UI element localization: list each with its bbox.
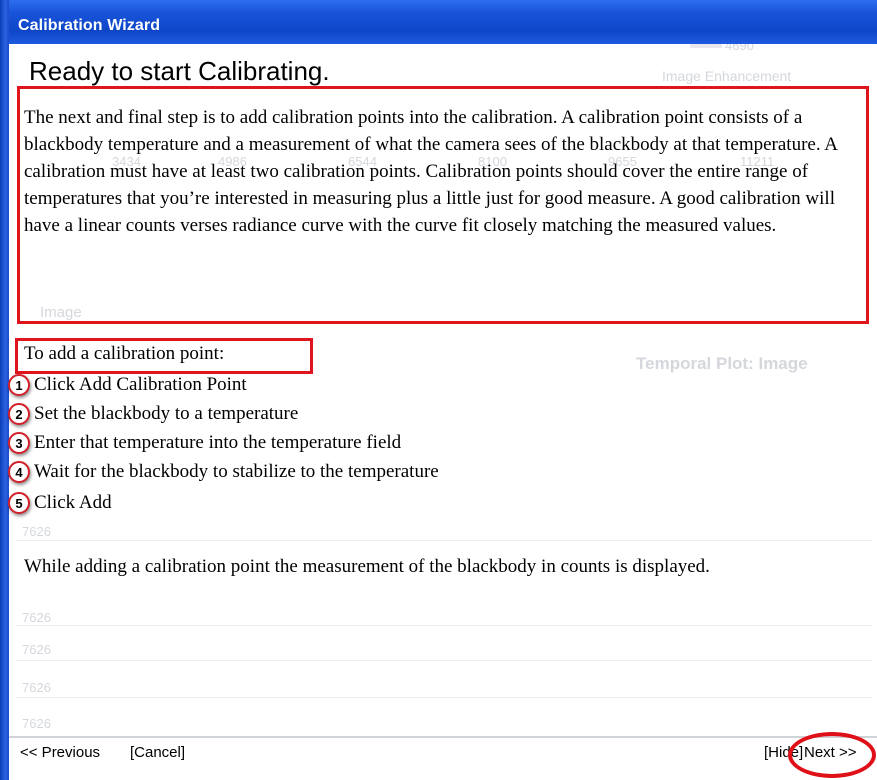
page-title: Ready to start Calibrating. [29, 56, 330, 86]
step-number-badge: 4 [8, 461, 30, 483]
step-text: Set the blackbody to a temperature [34, 403, 299, 424]
window-title: Calibration Wizard [18, 17, 161, 34]
bg-plot-title: Temporal Plot: Image [636, 354, 808, 373]
step-item: 3 Enter that temperature into the temper… [8, 430, 401, 456]
step-number-badge: 5 [8, 492, 30, 514]
window-titlebar[interactable]: Calibration Wizard [9, 0, 877, 44]
intro-paragraph: The next and final step is to add calibr… [24, 107, 837, 236]
bg-panel-label: Image Enhancement [662, 68, 792, 84]
bg-gridline [16, 625, 872, 626]
bg-ytick: 7626 [22, 716, 51, 731]
bg-gridline [16, 540, 872, 541]
step-item: 4 Wait for the blackbody to stabilize to… [8, 459, 439, 485]
footer-divider [9, 736, 877, 738]
info-note: While adding a calibration point the mea… [24, 556, 710, 577]
step-text: Enter that temperature into the temperat… [34, 432, 402, 453]
bg-ytick: 7626 [22, 642, 51, 657]
step-number-badge: 3 [8, 432, 30, 454]
step-item: 5 Click Add [8, 490, 112, 516]
step-text: Wait for the blackbody to stabilize to t… [34, 461, 439, 482]
bg-gridline [16, 697, 872, 698]
bg-ytick: 7626 [22, 524, 51, 539]
bg-gridline [16, 660, 872, 661]
cancel-button[interactable]: [Cancel] [130, 744, 185, 761]
bg-ytick: 7626 [22, 610, 51, 625]
step-text: Click Add [34, 492, 112, 513]
next-highlight-circle [788, 732, 876, 778]
step-number-badge: 2 [8, 403, 30, 425]
bg-ytick: 7626 [22, 680, 51, 695]
step-item: 1 Click Add Calibration Point [8, 372, 247, 398]
step-number-badge: 1 [8, 374, 30, 396]
step-text: Click Add Calibration Point [34, 374, 247, 395]
steps-heading: To add a calibration point: [24, 343, 225, 364]
step-item: 2 Set the blackbody to a temperature [8, 401, 298, 427]
previous-button[interactable]: << Previous [20, 744, 100, 761]
